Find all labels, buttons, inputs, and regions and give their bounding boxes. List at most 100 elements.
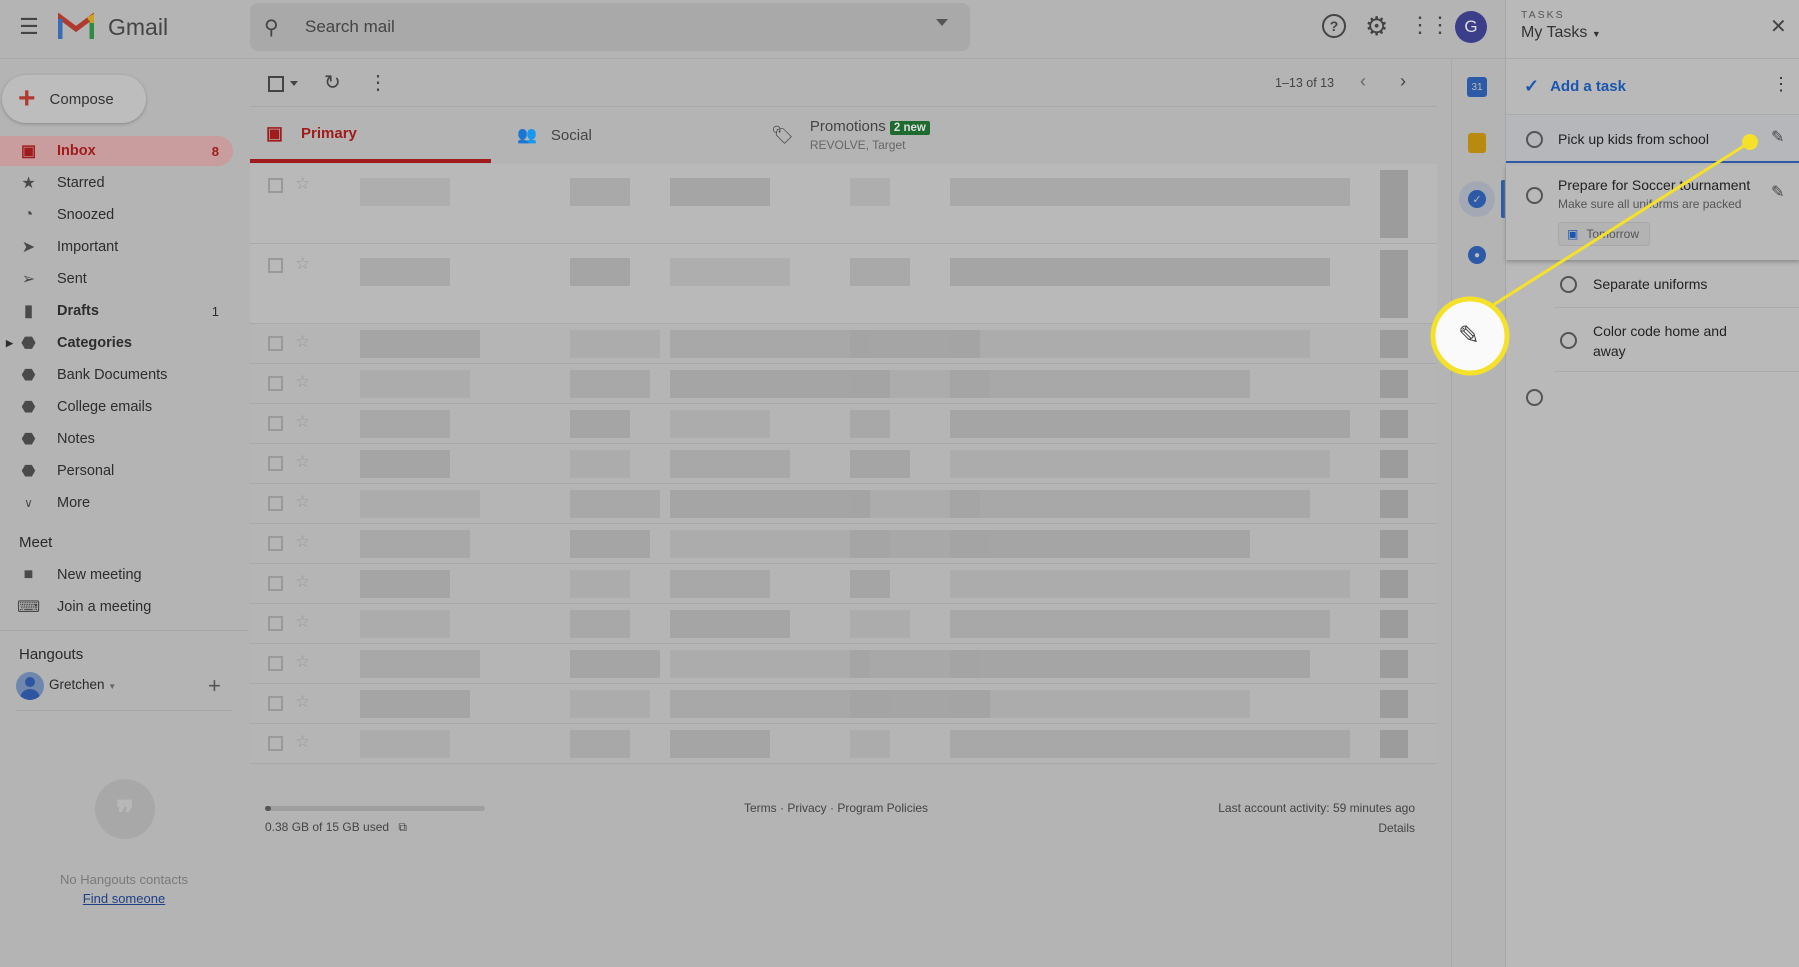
row-checkbox[interactable] xyxy=(268,696,283,711)
row-checkbox[interactable] xyxy=(268,258,283,273)
task-complete-checkbox[interactable] xyxy=(1526,187,1543,204)
tab-promotions[interactable]: 🏷 Promotions 2 new REVOLVE, Target xyxy=(757,107,1157,163)
star-icon[interactable]: ☆ xyxy=(295,412,310,432)
row-checkbox[interactable] xyxy=(268,336,283,351)
tab-social[interactable]: 👥 Social xyxy=(491,107,757,163)
email-row[interactable]: ☆ xyxy=(250,444,1437,484)
select-dropdown-icon[interactable] xyxy=(290,81,298,90)
add-task-button[interactable]: ✓ Add a task xyxy=(1524,76,1626,97)
details-link[interactable]: Details xyxy=(1378,821,1415,835)
star-icon[interactable]: ☆ xyxy=(295,612,310,632)
row-checkbox[interactable] xyxy=(268,456,283,471)
new-task-checkbox[interactable] xyxy=(1526,389,1543,406)
sidebar-item-drafts[interactable]: ▮ Drafts 1 xyxy=(0,296,233,326)
add-contact-icon[interactable]: + xyxy=(208,673,221,699)
redacted-date xyxy=(1380,490,1408,518)
due-date-chip[interactable]: ▣ Tomorrow xyxy=(1558,222,1651,246)
sidebar-item-starred[interactable]: ★ Starred xyxy=(0,168,233,198)
email-row[interactable]: ☆ xyxy=(250,404,1437,444)
row-checkbox[interactable] xyxy=(268,576,283,591)
sidebar-item-important[interactable]: ➤ Important xyxy=(0,232,233,262)
sidebar-item-inbox[interactable]: ▣ Inbox 8 xyxy=(0,136,233,166)
task-item[interactable]: Prepare for Soccer tournament Make sure … xyxy=(1506,165,1799,260)
row-checkbox[interactable] xyxy=(268,656,283,671)
search-options-icon[interactable] xyxy=(936,19,948,32)
search-icon[interactable]: ⚲ xyxy=(264,15,279,40)
keep-icon[interactable] xyxy=(1468,133,1486,153)
email-row[interactable]: ☆ xyxy=(250,524,1437,564)
row-checkbox[interactable] xyxy=(268,416,283,431)
email-row[interactable]: ☆ xyxy=(250,364,1437,404)
hangouts-user-menu[interactable]: Gretchen ▼ xyxy=(49,677,116,692)
inbox-icon: ▣ xyxy=(266,122,284,143)
sidebar-item-bank-documents[interactable]: ⬣ Bank Documents xyxy=(0,360,233,390)
sidebar-item-sent[interactable]: ➢ Sent xyxy=(0,264,233,294)
subtask-item[interactable]: Color code home and away xyxy=(1554,309,1799,372)
star-icon[interactable]: ☆ xyxy=(295,572,310,592)
star-icon[interactable]: ☆ xyxy=(295,372,310,392)
sidebar-item-more[interactable]: ∨ More xyxy=(0,488,233,518)
row-checkbox[interactable] xyxy=(268,376,283,391)
star-icon[interactable]: ☆ xyxy=(295,532,310,552)
sidebar-item-categories[interactable]: ▶ ⬣ Categories xyxy=(0,328,233,358)
contacts-icon[interactable]: ● xyxy=(1468,246,1486,264)
calendar-icon[interactable]: 31 xyxy=(1467,77,1487,97)
email-row[interactable]: ☆ xyxy=(250,484,1437,524)
older-page-icon[interactable]: › xyxy=(1400,71,1406,92)
email-row[interactable]: ☆ xyxy=(250,684,1437,724)
tasks-icon[interactable]: ✓ xyxy=(1459,181,1495,217)
row-checkbox[interactable] xyxy=(268,616,283,631)
task-list-options-icon[interactable]: ⋮ xyxy=(1772,74,1790,95)
refresh-icon[interactable]: ↻ xyxy=(324,70,341,95)
task-complete-checkbox[interactable] xyxy=(1526,131,1543,148)
subtask-item[interactable]: Separate uniforms xyxy=(1554,262,1799,308)
join-meeting-button[interactable]: ⌨ Join a meeting xyxy=(0,592,233,622)
star-icon[interactable]: ☆ xyxy=(295,174,310,194)
email-row[interactable]: ☆ xyxy=(250,564,1437,604)
more-options-icon[interactable]: ⋮ xyxy=(368,70,388,95)
help-icon[interactable]: ? xyxy=(1322,14,1346,38)
star-icon[interactable]: ☆ xyxy=(295,732,310,752)
search-bar[interactable]: ⚲ Search mail xyxy=(250,3,970,51)
email-row[interactable]: ☆ xyxy=(250,324,1437,364)
sidebar-item-notes[interactable]: ⬣ Notes xyxy=(0,424,233,454)
star-icon[interactable]: ☆ xyxy=(295,492,310,512)
task-complete-checkbox[interactable] xyxy=(1560,276,1577,293)
search-input[interactable]: Search mail xyxy=(305,17,395,37)
sidebar-item-personal[interactable]: ⬣ Personal xyxy=(0,456,233,486)
sidebar-item-college-emails[interactable]: ⬣ College emails xyxy=(0,392,233,422)
email-row[interactable]: ☆ xyxy=(250,724,1437,764)
email-row[interactable]: ☆ xyxy=(250,604,1437,644)
task-item[interactable]: Pick up kids from school ✎ xyxy=(1506,115,1799,163)
star-icon[interactable]: ☆ xyxy=(295,652,310,672)
main-menu-icon[interactable]: ☰ xyxy=(14,12,44,42)
settings-icon[interactable]: ⚙ xyxy=(1365,11,1388,42)
star-icon[interactable]: ☆ xyxy=(295,332,310,352)
email-row[interactable]: ☆ xyxy=(250,164,1437,244)
footer-links[interactable]: Terms · Privacy · Program Policies xyxy=(744,801,928,815)
email-row[interactable]: ☆ xyxy=(250,244,1437,324)
row-checkbox[interactable] xyxy=(268,178,283,193)
row-checkbox[interactable] xyxy=(268,736,283,751)
star-icon[interactable]: ☆ xyxy=(295,452,310,472)
select-all-checkbox[interactable] xyxy=(268,76,284,92)
avatar[interactable]: G xyxy=(1455,11,1487,43)
row-checkbox[interactable] xyxy=(268,496,283,511)
edit-pencil-icon[interactable]: ✎ xyxy=(1771,127,1784,147)
task-list-selector[interactable]: My Tasks ▼ xyxy=(1521,24,1601,42)
email-row[interactable]: ☆ xyxy=(250,644,1437,684)
star-icon[interactable]: ☆ xyxy=(295,692,310,712)
close-icon[interactable]: ✕ xyxy=(1770,14,1787,39)
row-checkbox[interactable] xyxy=(268,536,283,551)
star-icon[interactable]: ☆ xyxy=(295,254,310,274)
new-meeting-button[interactable]: ■ New meeting xyxy=(0,560,233,590)
expand-arrow-icon[interactable]: ▶ xyxy=(6,338,13,349)
edit-pencil-icon[interactable]: ✎ xyxy=(1771,182,1784,202)
find-someone-link[interactable]: Find someone xyxy=(0,891,248,906)
newer-page-icon[interactable]: ‹ xyxy=(1360,71,1366,92)
sidebar-item-snoozed[interactable]: ◔ Snoozed xyxy=(0,200,233,230)
external-link-icon[interactable]: ⧉ xyxy=(398,820,407,834)
task-complete-checkbox[interactable] xyxy=(1560,332,1577,349)
tab-primary[interactable]: ▣ Primary xyxy=(250,107,491,163)
compose-button[interactable]: + Compose xyxy=(2,75,146,123)
